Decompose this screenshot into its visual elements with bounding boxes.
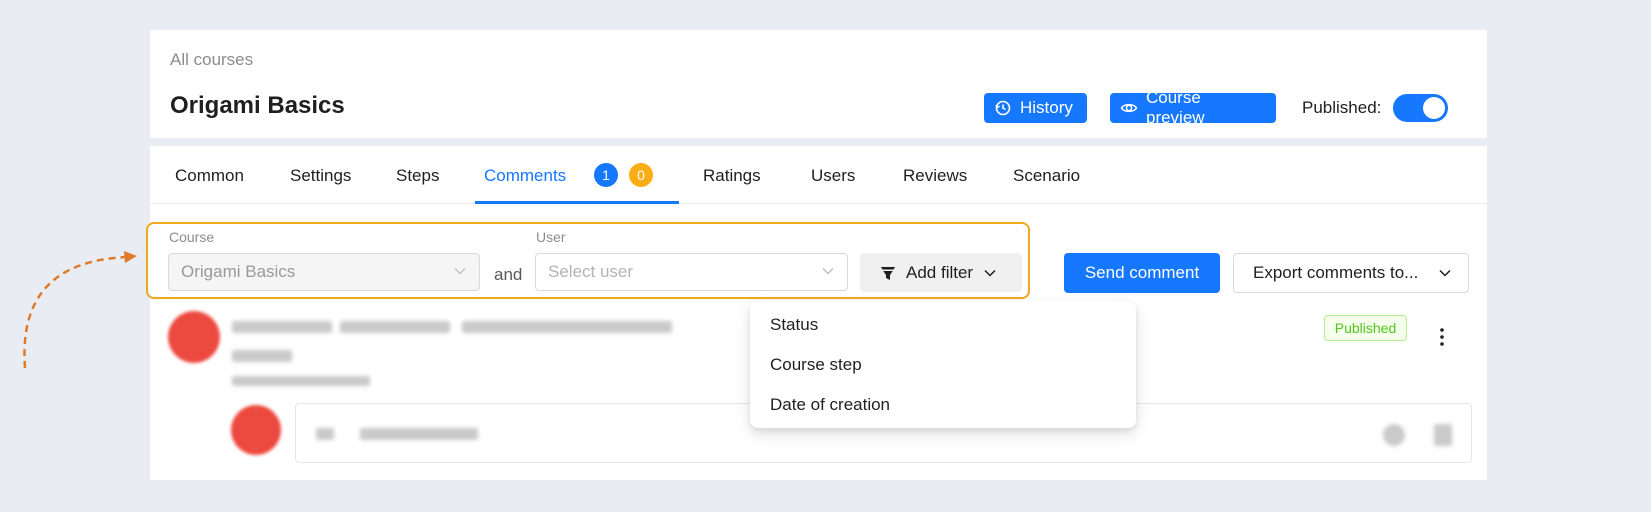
filter-icon	[881, 266, 895, 280]
tab-ratings[interactable]: Ratings	[703, 166, 761, 186]
redacted-text	[232, 321, 332, 333]
tab-reviews[interactable]: Reviews	[903, 166, 967, 186]
emoji-icon[interactable]	[1383, 424, 1405, 446]
comments-count-badge: 1	[594, 163, 618, 187]
more-vertical-icon[interactable]	[1440, 327, 1444, 347]
chevron-down-icon	[454, 268, 466, 275]
menu-item-status[interactable]: Status	[770, 315, 818, 335]
eye-icon	[1120, 103, 1138, 113]
add-filter-button[interactable]: Add filter	[860, 253, 1022, 292]
send-comment-button[interactable]: Send comment	[1064, 253, 1220, 293]
tab-steps[interactable]: Steps	[396, 166, 439, 186]
menu-item-course-step[interactable]: Course step	[770, 355, 862, 375]
course-header: All courses Origami Basics History Cours…	[150, 30, 1487, 138]
add-filter-label: Add filter	[906, 262, 974, 282]
toggle-knob	[1423, 97, 1445, 119]
page-title: Origami Basics	[170, 92, 345, 119]
published-toggle[interactable]	[1393, 94, 1448, 122]
user-field-label: User	[536, 229, 566, 245]
comments-pending-badge: 0	[629, 163, 653, 187]
redacted-text	[232, 350, 292, 362]
user-select[interactable]: Select user	[535, 253, 848, 291]
chevron-down-icon	[822, 268, 834, 275]
course-field-label: Course	[169, 229, 215, 245]
add-filter-menu: Status Course step Date of creation	[750, 301, 1136, 428]
history-button-label: History	[1020, 98, 1073, 117]
tab-bar: Common Settings Steps Comments 1 0 Ratin…	[150, 146, 1487, 204]
redacted-text	[232, 376, 370, 386]
history-icon	[995, 100, 1011, 116]
published-label: Published:	[1302, 98, 1382, 117]
tab-settings[interactable]: Settings	[290, 166, 351, 186]
avatar	[168, 311, 220, 363]
redacted-text	[340, 321, 450, 333]
course-select-value: Origami Basics	[181, 262, 296, 281]
course-preview-button[interactable]: Course preview	[1110, 88, 1276, 127]
user-select-placeholder: Select user	[548, 262, 634, 281]
chevron-down-icon	[1439, 269, 1451, 277]
chevron-down-icon	[984, 269, 996, 277]
export-comments-label: Export comments to...	[1253, 263, 1419, 282]
course-preview-label: Course preview	[1145, 88, 1205, 127]
attach-icon[interactable]	[1434, 424, 1452, 446]
menu-item-date-of-creation[interactable]: Date of creation	[770, 395, 890, 415]
tab-comments[interactable]: Comments	[484, 166, 566, 186]
active-tab-indicator	[475, 201, 679, 204]
export-comments-button[interactable]: Export comments to...	[1233, 253, 1469, 293]
and-connector: and	[494, 265, 523, 284]
status-badge: Published	[1324, 315, 1407, 341]
avatar	[231, 405, 281, 455]
history-button[interactable]: History	[984, 93, 1087, 123]
tab-users[interactable]: Users	[811, 166, 855, 186]
course-select[interactable]: Origami Basics	[168, 253, 480, 291]
tab-scenario[interactable]: Scenario	[1013, 166, 1080, 186]
tab-common[interactable]: Common	[175, 166, 244, 186]
breadcrumb[interactable]: All courses	[170, 50, 253, 70]
redacted-text	[462, 321, 672, 333]
redacted-text	[316, 428, 334, 440]
redacted-text	[360, 428, 478, 440]
